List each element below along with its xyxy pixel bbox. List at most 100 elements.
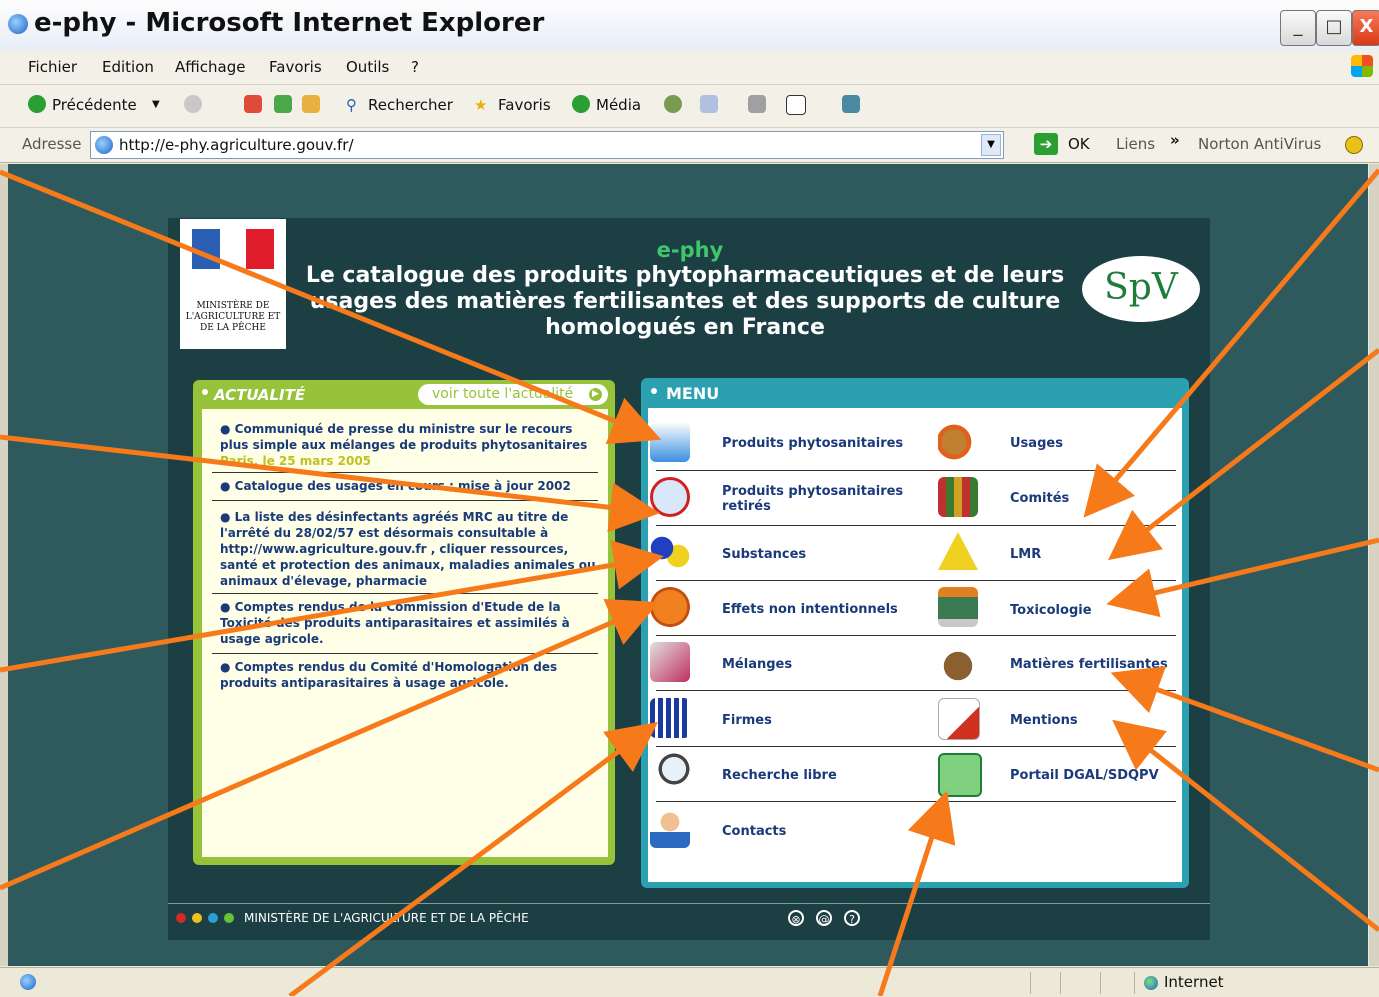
cornucopia-icon[interactable] xyxy=(938,422,978,462)
menu-toxicologie[interactable]: Toxicologie xyxy=(1010,603,1092,618)
messenger-icon[interactable] xyxy=(842,95,860,113)
news-divider xyxy=(212,653,598,654)
contact-person-icon[interactable] xyxy=(650,808,690,848)
forbidden-flask-icon[interactable] xyxy=(650,477,690,517)
favorites-star-icon[interactable]: ★ xyxy=(474,96,487,114)
toxic-bottle-icon[interactable] xyxy=(938,587,978,627)
links-label[interactable]: Liens xyxy=(1116,135,1155,153)
credits-footer-icon[interactable]: @ xyxy=(816,910,832,926)
ie-icon xyxy=(8,14,28,34)
news-item[interactable]: ● La liste des désinfectants agréés MRC … xyxy=(220,509,596,589)
menu-divider xyxy=(656,690,1176,691)
flask-icon[interactable] xyxy=(650,422,690,462)
committee-people-icon[interactable] xyxy=(938,477,978,517)
menu-firmes[interactable]: Firmes xyxy=(722,713,772,728)
fertilizer-bag-icon[interactable] xyxy=(938,642,978,682)
pumpkin-icon[interactable] xyxy=(650,587,690,627)
maximize-button[interactable]: □ xyxy=(1316,10,1352,46)
menu-usages[interactable]: Usages xyxy=(1010,436,1063,451)
help-footer-icon[interactable]: ? xyxy=(844,910,860,926)
menu-melanges[interactable]: Mélanges xyxy=(722,657,792,672)
search-icon[interactable]: ⚲ xyxy=(346,96,357,114)
red-dot-icon xyxy=(176,913,186,923)
document-icon[interactable] xyxy=(938,698,980,740)
ministere-label: MINISTÈRE DE L'AGRICULTURE ET DE LA PÊCH… xyxy=(185,301,281,333)
menu-help[interactable]: ? xyxy=(411,58,419,76)
news-item[interactable]: ● Comptes rendus de la Commission d'Etud… xyxy=(220,599,596,647)
forward-arrow-icon[interactable] xyxy=(184,95,202,113)
back-dropdown-icon[interactable]: ▼ xyxy=(152,99,160,110)
refresh-icon[interactable] xyxy=(274,95,292,113)
frame-left xyxy=(0,164,8,966)
stop-icon[interactable] xyxy=(244,95,262,113)
news-title: ACTUALITÉ xyxy=(214,386,306,404)
menu-recherche-libre[interactable]: Recherche libre xyxy=(722,768,837,783)
spv-house-icon[interactable] xyxy=(938,753,982,797)
menu-mentions[interactable]: Mentions xyxy=(1010,713,1078,728)
media-icon[interactable] xyxy=(572,95,590,113)
go-arrow-icon[interactable]: ➔ xyxy=(1034,133,1058,155)
menu-produits-retires[interactable]: Produits phytosanitaires retirés xyxy=(722,484,912,514)
status-divider xyxy=(1030,972,1031,994)
word-edit-icon[interactable] xyxy=(786,95,806,115)
menu-contacts[interactable]: Contacts xyxy=(722,824,786,839)
menu-divider xyxy=(656,746,1176,747)
favorites-button[interactable]: Favoris xyxy=(498,96,551,114)
yellow-dot-icon xyxy=(192,913,202,923)
news-item[interactable]: ● Communiqué de presse du ministre sur l… xyxy=(220,421,596,469)
magnifier-icon[interactable] xyxy=(650,753,690,793)
menu-portail-dgal[interactable]: Portail DGAL/SDQPV xyxy=(1010,768,1159,783)
menu-fichier[interactable]: Fichier xyxy=(28,58,77,76)
building-icon[interactable] xyxy=(650,698,690,738)
menu-divider xyxy=(656,801,1176,802)
news-item[interactable]: ● Comptes rendus du Comité d'Homologatio… xyxy=(220,659,596,691)
blue-dot-icon xyxy=(208,913,218,923)
mail-icon[interactable] xyxy=(700,95,718,113)
back-button[interactable]: Précédente xyxy=(52,96,137,114)
address-url[interactable]: http://e-phy.agriculture.gouv.fr/ xyxy=(119,136,354,154)
norton-icon[interactable] xyxy=(1345,136,1363,154)
back-arrow-icon[interactable] xyxy=(28,95,46,113)
close-button[interactable]: X xyxy=(1352,10,1379,46)
news-divider xyxy=(212,500,598,501)
norton-label[interactable]: Norton AntiVirus xyxy=(1198,135,1321,153)
menu-comites[interactable]: Comités xyxy=(1010,491,1069,506)
page-description: Le catalogue des produits phytopharmaceu… xyxy=(305,263,1065,340)
menu-matieres-fertilisantes[interactable]: Matières fertilisantes xyxy=(1010,657,1168,672)
menu-divider xyxy=(656,470,1176,471)
address-label: Adresse xyxy=(22,135,82,153)
menu-produits-phytosanitaires[interactable]: Produits phytosanitaires xyxy=(722,436,903,451)
print-icon[interactable] xyxy=(748,95,766,113)
menu-effets-non-intentionnels[interactable]: Effets non intentionnels xyxy=(722,602,898,617)
menu-edition[interactable]: Edition xyxy=(102,58,154,76)
warning-icon[interactable] xyxy=(938,532,978,570)
menu-outils[interactable]: Outils xyxy=(346,58,389,76)
arrow-right-icon[interactable]: ▶ xyxy=(589,388,602,401)
media-button[interactable]: Média xyxy=(596,96,641,114)
mail-footer-icon[interactable]: ⊗ xyxy=(788,910,804,926)
molecule-icon[interactable] xyxy=(650,532,690,572)
page-status-icon xyxy=(20,974,36,990)
search-button[interactable]: Rechercher xyxy=(368,96,453,114)
menu-favoris[interactable]: Favoris xyxy=(269,58,322,76)
menu-divider xyxy=(656,525,1176,526)
news-divider xyxy=(212,472,598,473)
links-chevron-icon[interactable]: » xyxy=(1170,131,1180,149)
news-all-link-label[interactable]: voir toute l'actualité xyxy=(432,386,573,402)
news-item[interactable]: ● Catalogue des usages en cours ; mise à… xyxy=(220,478,596,494)
address-dropdown-icon[interactable]: ▼ xyxy=(981,134,1001,156)
menu-substances[interactable]: Substances xyxy=(722,547,806,562)
minimize-button[interactable]: _ xyxy=(1280,10,1316,46)
menu-divider xyxy=(656,580,1176,581)
menu-bullet-icon xyxy=(651,388,657,394)
history-icon[interactable] xyxy=(664,95,682,113)
home-icon[interactable] xyxy=(302,95,320,113)
test-tubes-icon[interactable] xyxy=(650,642,690,682)
spv-logo: SpV xyxy=(1082,256,1200,322)
menu-lmr[interactable]: LMR xyxy=(1010,547,1041,562)
menu-affichage[interactable]: Affichage xyxy=(175,58,245,76)
go-button[interactable]: OK xyxy=(1068,135,1090,153)
address-field[interactable]: http://e-phy.agriculture.gouv.fr/ ▼ xyxy=(90,131,1004,159)
news-all-link[interactable]: voir toute l'actualité ▶ xyxy=(418,384,608,405)
window-title: e-phy - Microsoft Internet Explorer xyxy=(34,8,545,38)
